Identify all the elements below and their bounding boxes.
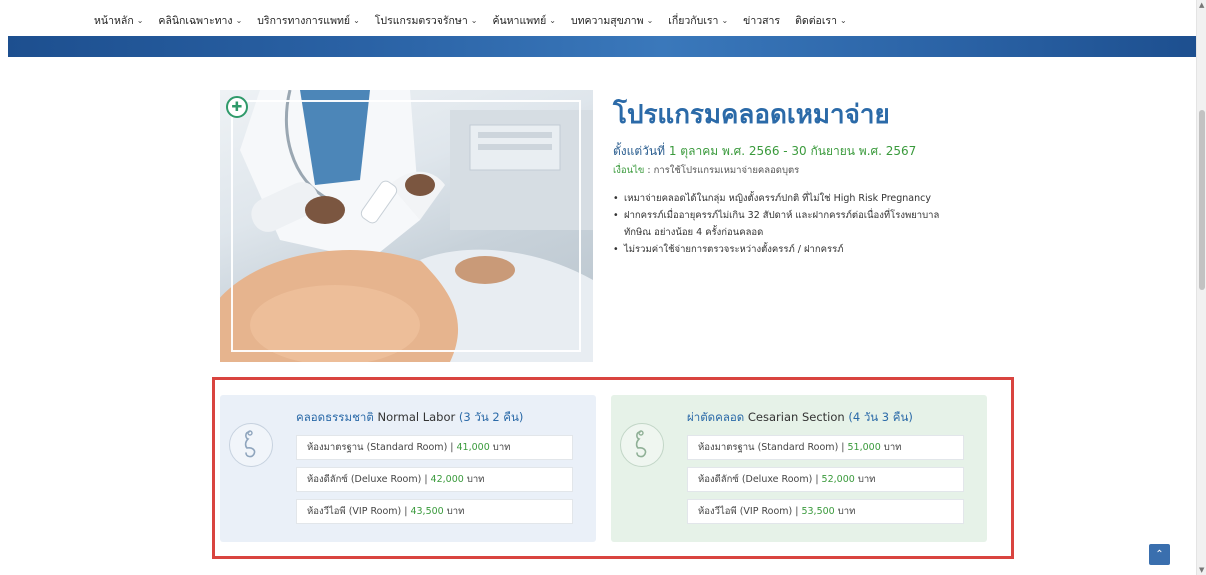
scroll-up-arrow-icon[interactable]: ▲	[1199, 2, 1205, 9]
scroll-down-arrow-icon[interactable]: ▼	[1199, 567, 1204, 574]
room-price-row: ห้องดีลักซ์ (Deluxe Room) | 52,000 บาท	[687, 467, 964, 492]
photo-frame	[231, 100, 581, 352]
list-item: เหมาจ่ายคลอดได้ในกลุ่ม หญิงตั้งครรภ์ปกติ…	[613, 190, 958, 207]
program-date-range: ตั้งแต่วันที่ 1 ตุลาคม พ.ศ. 2566 - 30 กั…	[613, 144, 917, 158]
room-price-row: ห้องมาตรฐาน (Standard Room) | 51,000 บาท	[687, 435, 964, 460]
room-price-row: ห้องวีไอพี (VIP Room) | 43,500 บาท	[296, 499, 573, 524]
nav-item-find-doctor[interactable]: ค้นหาแพทย์ ⌄	[492, 12, 556, 29]
page-scrollbar[interactable]: ▲ ▼	[1196, 0, 1206, 575]
chevron-down-icon: ⌄	[646, 16, 654, 25]
nav-menu: หน้าหลัก ⌄ คลินิกเฉพาะทาง ⌄ บริการทางการแพ…	[94, 12, 862, 29]
pregnancy-icon	[620, 423, 664, 467]
program-conditions-list: เหมาจ่ายคลอดได้ในกลุ่ม หญิงตั้งครรภ์ปกติ…	[613, 190, 958, 258]
nav-item-about[interactable]: เกี่ยวกับเรา ⌄	[668, 12, 728, 29]
nav-item-health-articles[interactable]: บทความสุขภาพ ⌄	[571, 12, 653, 29]
nav-item-programs[interactable]: โปรแกรมตรวจรักษา ⌄	[375, 12, 478, 29]
nav-item-medical-services[interactable]: บริการทางการแพทย์ ⌄	[257, 12, 360, 29]
nav-item-contact[interactable]: ติดต่อเรา ⌄	[795, 12, 847, 29]
list-item: ไม่รวมค่าใช้จ่ายการตรวจระหว่างตั้งครรภ์ …	[613, 241, 958, 258]
scrollbar-thumb[interactable]	[1199, 110, 1205, 290]
chevron-down-icon: ⌄	[353, 16, 360, 25]
hero-banner-strip	[8, 36, 1198, 57]
chevron-down-icon: ⌄	[235, 16, 243, 25]
program-photo	[220, 90, 593, 362]
package-card-cesarian-section: ผ่าตัดคลอด Cesarian Section (4 วัน 3 คืน…	[611, 395, 987, 542]
program-title: โปรแกรมคลอดเหมาจ่าย	[613, 100, 890, 130]
medical-cross-icon: ✚	[226, 96, 248, 118]
nav-item-home[interactable]: หน้าหลัก ⌄	[94, 12, 143, 29]
room-price-row: ห้องมาตรฐาน (Standard Room) | 41,000 บาท	[296, 435, 573, 460]
back-to-top-button[interactable]: ⌃	[1149, 544, 1170, 565]
list-item: ฝากครรภ์เมื่ออายุครรภ์ไม่เกิน 32 สัปดาห์…	[613, 207, 958, 241]
nav-item-news[interactable]: ข่าวสาร	[743, 12, 780, 29]
room-price-row: ห้องดีลักซ์ (Deluxe Room) | 42,000 บาท	[296, 467, 573, 492]
package-title: คลอดธรรมชาติ Normal Labor (3 วัน 2 คืน)	[296, 410, 524, 424]
package-title: ผ่าตัดคลอด Cesarian Section (4 วัน 3 คืน…	[687, 410, 913, 424]
room-price-row: ห้องวีไอพี (VIP Room) | 53,500 บาท	[687, 499, 964, 524]
nav-item-clinics[interactable]: คลินิกเฉพาะทาง ⌄	[158, 12, 242, 29]
chevrons-up-icon: ⌃	[1155, 549, 1164, 560]
top-navigation: หน้าหลัก ⌄ คลินิกเฉพาะทาง ⌄ บริการทางการแพ…	[0, 0, 1196, 36]
package-card-normal-labor: คลอดธรรมชาติ Normal Labor (3 วัน 2 คืน) …	[220, 395, 596, 542]
pregnancy-icon	[229, 423, 273, 467]
chevron-down-icon: ⌄	[470, 16, 478, 25]
chevron-down-icon: ⌄	[721, 16, 729, 25]
chevron-down-icon: ⌄	[549, 16, 556, 25]
program-condition: เงื่อนไข : การใช้โปรแกรมเหมาจ่ายคลอดบุตร	[613, 165, 800, 176]
chevron-down-icon: ⌄	[839, 16, 847, 25]
chevron-down-icon: ⌄	[136, 16, 144, 25]
